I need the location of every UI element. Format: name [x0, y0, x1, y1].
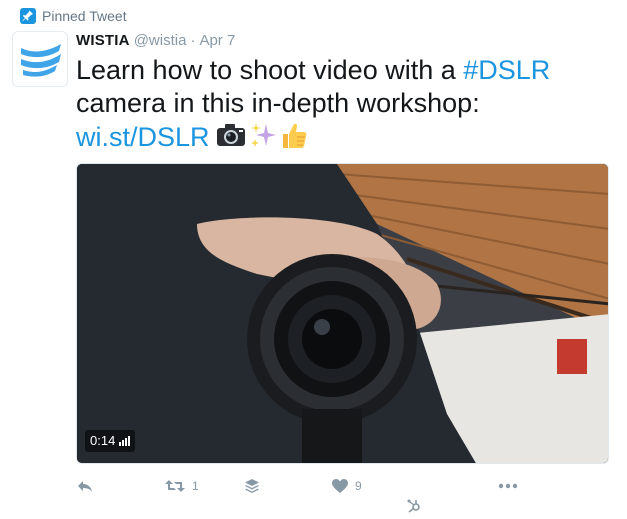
video-player[interactable]: [76, 163, 609, 464]
like-button[interactable]: 9: [331, 474, 362, 498]
layers-icon: [245, 479, 259, 493]
volume-bars-icon: [119, 436, 131, 446]
tweet-text-part2: camera in this in-depth workshop:: [76, 88, 480, 118]
reply-button[interactable]: [76, 474, 94, 498]
tweet-text-part1: Learn how to shoot video with a: [76, 55, 464, 85]
hashtag-link[interactable]: #DSLR: [463, 55, 550, 85]
buffer-button[interactable]: [244, 474, 260, 498]
retweet-button[interactable]: 1: [164, 474, 199, 498]
camera-emoji: [216, 122, 246, 156]
avatar[interactable]: [12, 31, 68, 87]
tweet-header: WISTIA @wistia · Apr 7: [76, 32, 235, 52]
more-button[interactable]: [498, 474, 518, 498]
sparkles-emoji: [248, 120, 278, 158]
like-count: 9: [355, 479, 362, 493]
more-dots-icon: [498, 483, 518, 489]
hubspot-icon: [407, 499, 420, 513]
tweet-link[interactable]: wi.st/DSLR: [76, 122, 210, 152]
video-thumbnail: [77, 164, 608, 463]
thumbs-up-emoji: [280, 120, 308, 158]
tweet-date[interactable]: Apr 7: [199, 32, 235, 49]
heart-icon: [332, 479, 348, 493]
hubspot-button[interactable]: [406, 494, 422, 518]
pinned-tweet-indicator: Pinned Tweet: [20, 6, 127, 26]
video-duration-badge: 0:14: [85, 430, 136, 452]
pinned-label: Pinned Tweet: [42, 8, 127, 24]
separator: ·: [190, 32, 196, 49]
retweet-icon: [165, 480, 185, 492]
tweet-actions: 1 9: [76, 474, 616, 513]
video-duration: 0:14: [90, 433, 116, 448]
tweet-text: Learn how to shoot video with a #DSLR ca…: [76, 54, 616, 158]
pin-icon: [20, 8, 36, 24]
author-name[interactable]: WISTIA: [76, 32, 130, 49]
retweet-count: 1: [192, 479, 199, 493]
reply-icon: [78, 481, 92, 492]
author-handle[interactable]: @wistia: [134, 32, 187, 49]
